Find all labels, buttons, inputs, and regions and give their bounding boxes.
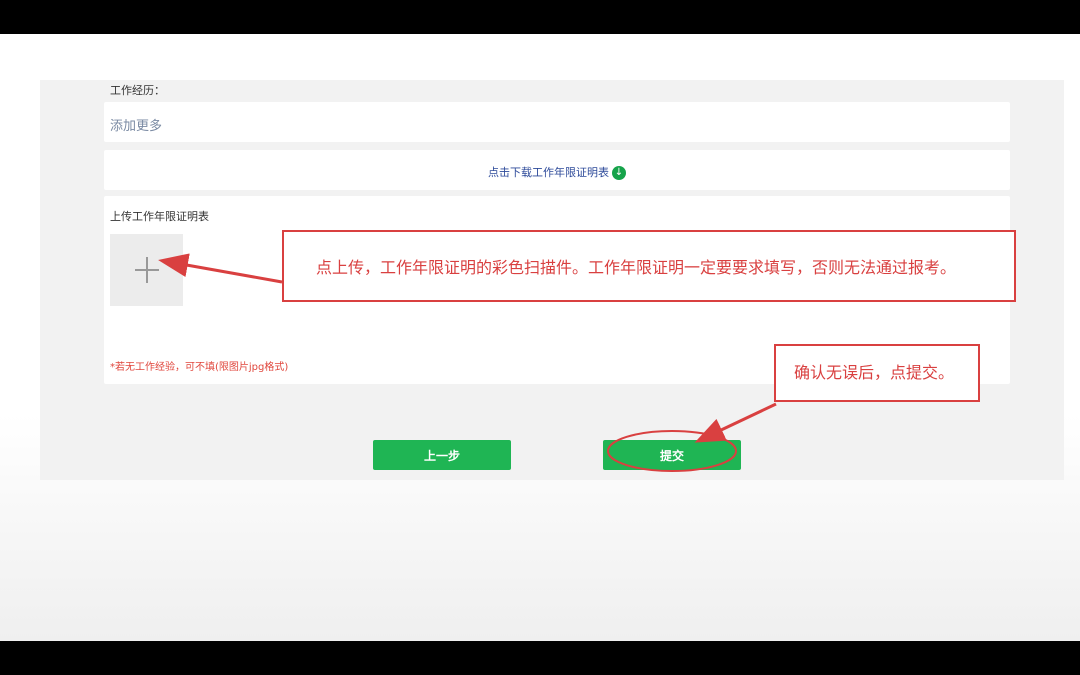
annotation-overlay bbox=[158, 253, 777, 472]
upload-arrow bbox=[158, 253, 283, 284]
submit-highlight-circle bbox=[607, 430, 737, 472]
